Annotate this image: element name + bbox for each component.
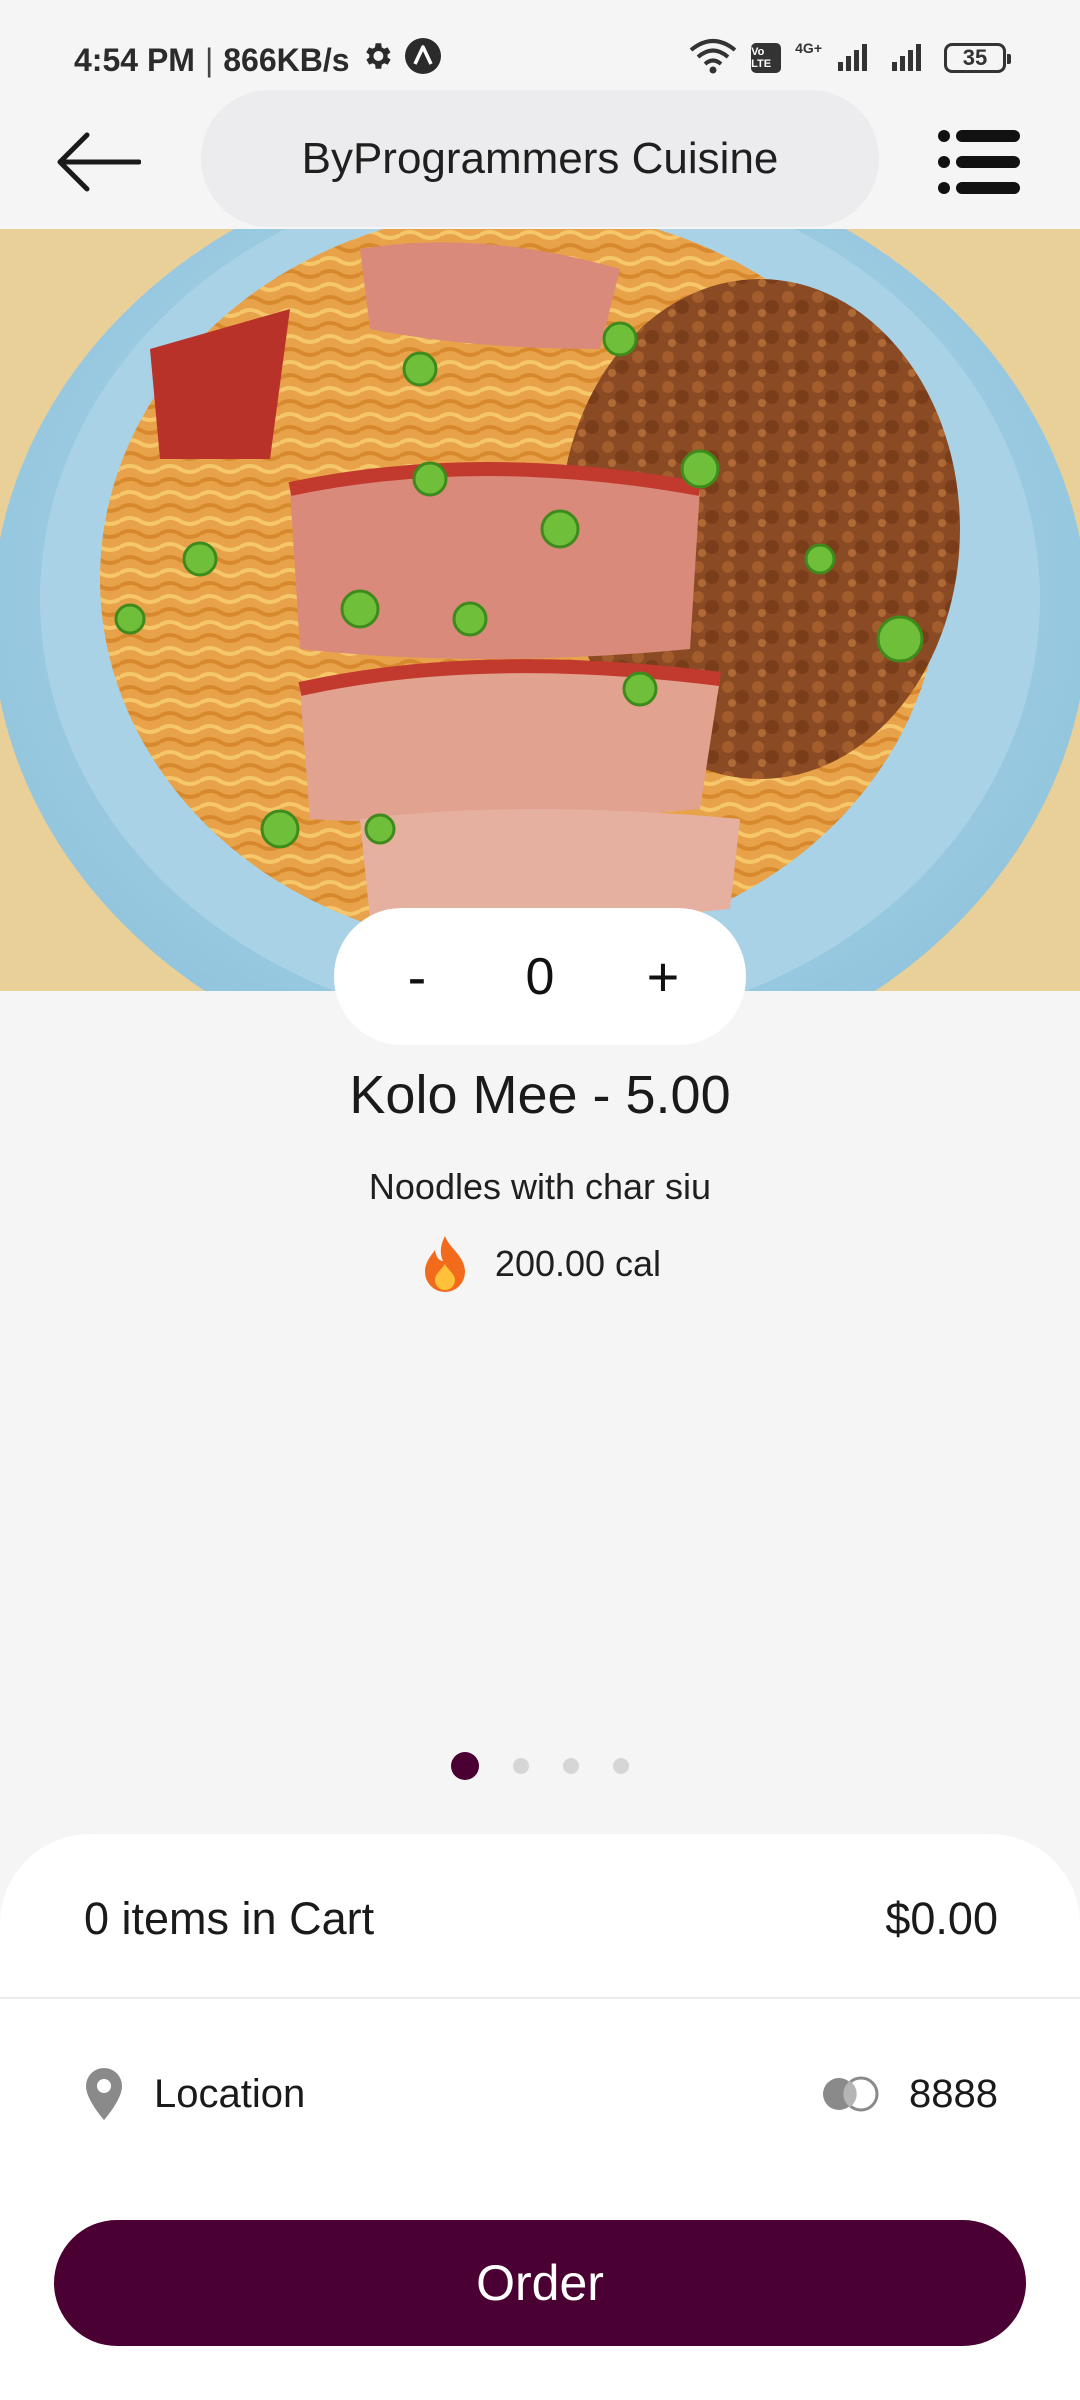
card-number: 8888 (909, 2071, 998, 2116)
increment-button[interactable]: + (618, 927, 708, 1027)
page-indicator (0, 1752, 1080, 1780)
volte-icon: Vo LTE (751, 43, 782, 73)
item-title: Kolo Mee - 5.00 (349, 1065, 731, 1125)
back-button[interactable] (50, 122, 146, 202)
restaurant-title: ByProgrammers Cuisine (201, 90, 879, 227)
page-dot[interactable] (563, 1758, 579, 1774)
page-title: ByProgrammers Cuisine (301, 133, 779, 183)
location-label: Location (154, 2071, 306, 2116)
page-dot-active[interactable] (451, 1752, 479, 1780)
decrement-button[interactable]: - (372, 927, 462, 1027)
network-speed: 866KB/s (223, 41, 350, 78)
app-bar: ByProgrammers Cuisine (0, 90, 1080, 230)
wifi-icon (689, 38, 737, 79)
order-button[interactable]: Order (54, 2220, 1026, 2346)
battery-icon: 35 (944, 43, 1011, 73)
signal-icon (836, 40, 876, 77)
cart-items-count: 0 items in Cart (84, 1893, 375, 1944)
item-description: Noodles with char siu (368, 1166, 712, 1207)
signal-icon (890, 40, 930, 77)
quantity-value: 0 (525, 947, 555, 1006)
quantity-stepper: - 0 + (334, 908, 746, 1045)
location-selector[interactable]: Location (84, 2066, 305, 2122)
location-pin-icon (86, 2068, 122, 2120)
card-toggle-icon (823, 2076, 879, 2112)
battery-level: 35 (962, 45, 988, 70)
status-left: 4:54 PM | 866KB/s (74, 38, 442, 82)
cart-total: $0.00 (885, 1893, 998, 1944)
page-dot[interactable] (513, 1758, 529, 1774)
app-a-icon (404, 37, 442, 83)
gear-icon (360, 39, 394, 81)
cart-sheet: 0 items in Cart $0.00 Location 8888 Orde… (0, 1834, 1080, 2400)
status-right: Vo LTE 4G+ 35 (689, 36, 1011, 80)
noodle-bowl-image (0, 229, 1080, 991)
page-dot[interactable] (613, 1758, 629, 1774)
list-menu-icon (938, 130, 1020, 194)
payment-card-selector[interactable]: 8888 (821, 2072, 998, 2117)
status-time: 4:54 PM (74, 41, 195, 78)
delivery-row: Location 8888 (84, 2052, 998, 2136)
network-type: 4G+ (795, 40, 822, 56)
food-image (0, 229, 1080, 991)
status-separator: | (204, 41, 214, 78)
arrow-left-icon (57, 132, 141, 192)
divider (0, 1997, 1080, 1999)
fire-icon (424, 1236, 465, 1292)
calories-row: 200.00 cal (0, 1234, 1080, 1294)
cart-summary: 0 items in Cart $0.00 (84, 1884, 998, 1954)
calories-value: 200.00 cal (494, 1243, 662, 1284)
menu-button[interactable] (930, 120, 1030, 204)
